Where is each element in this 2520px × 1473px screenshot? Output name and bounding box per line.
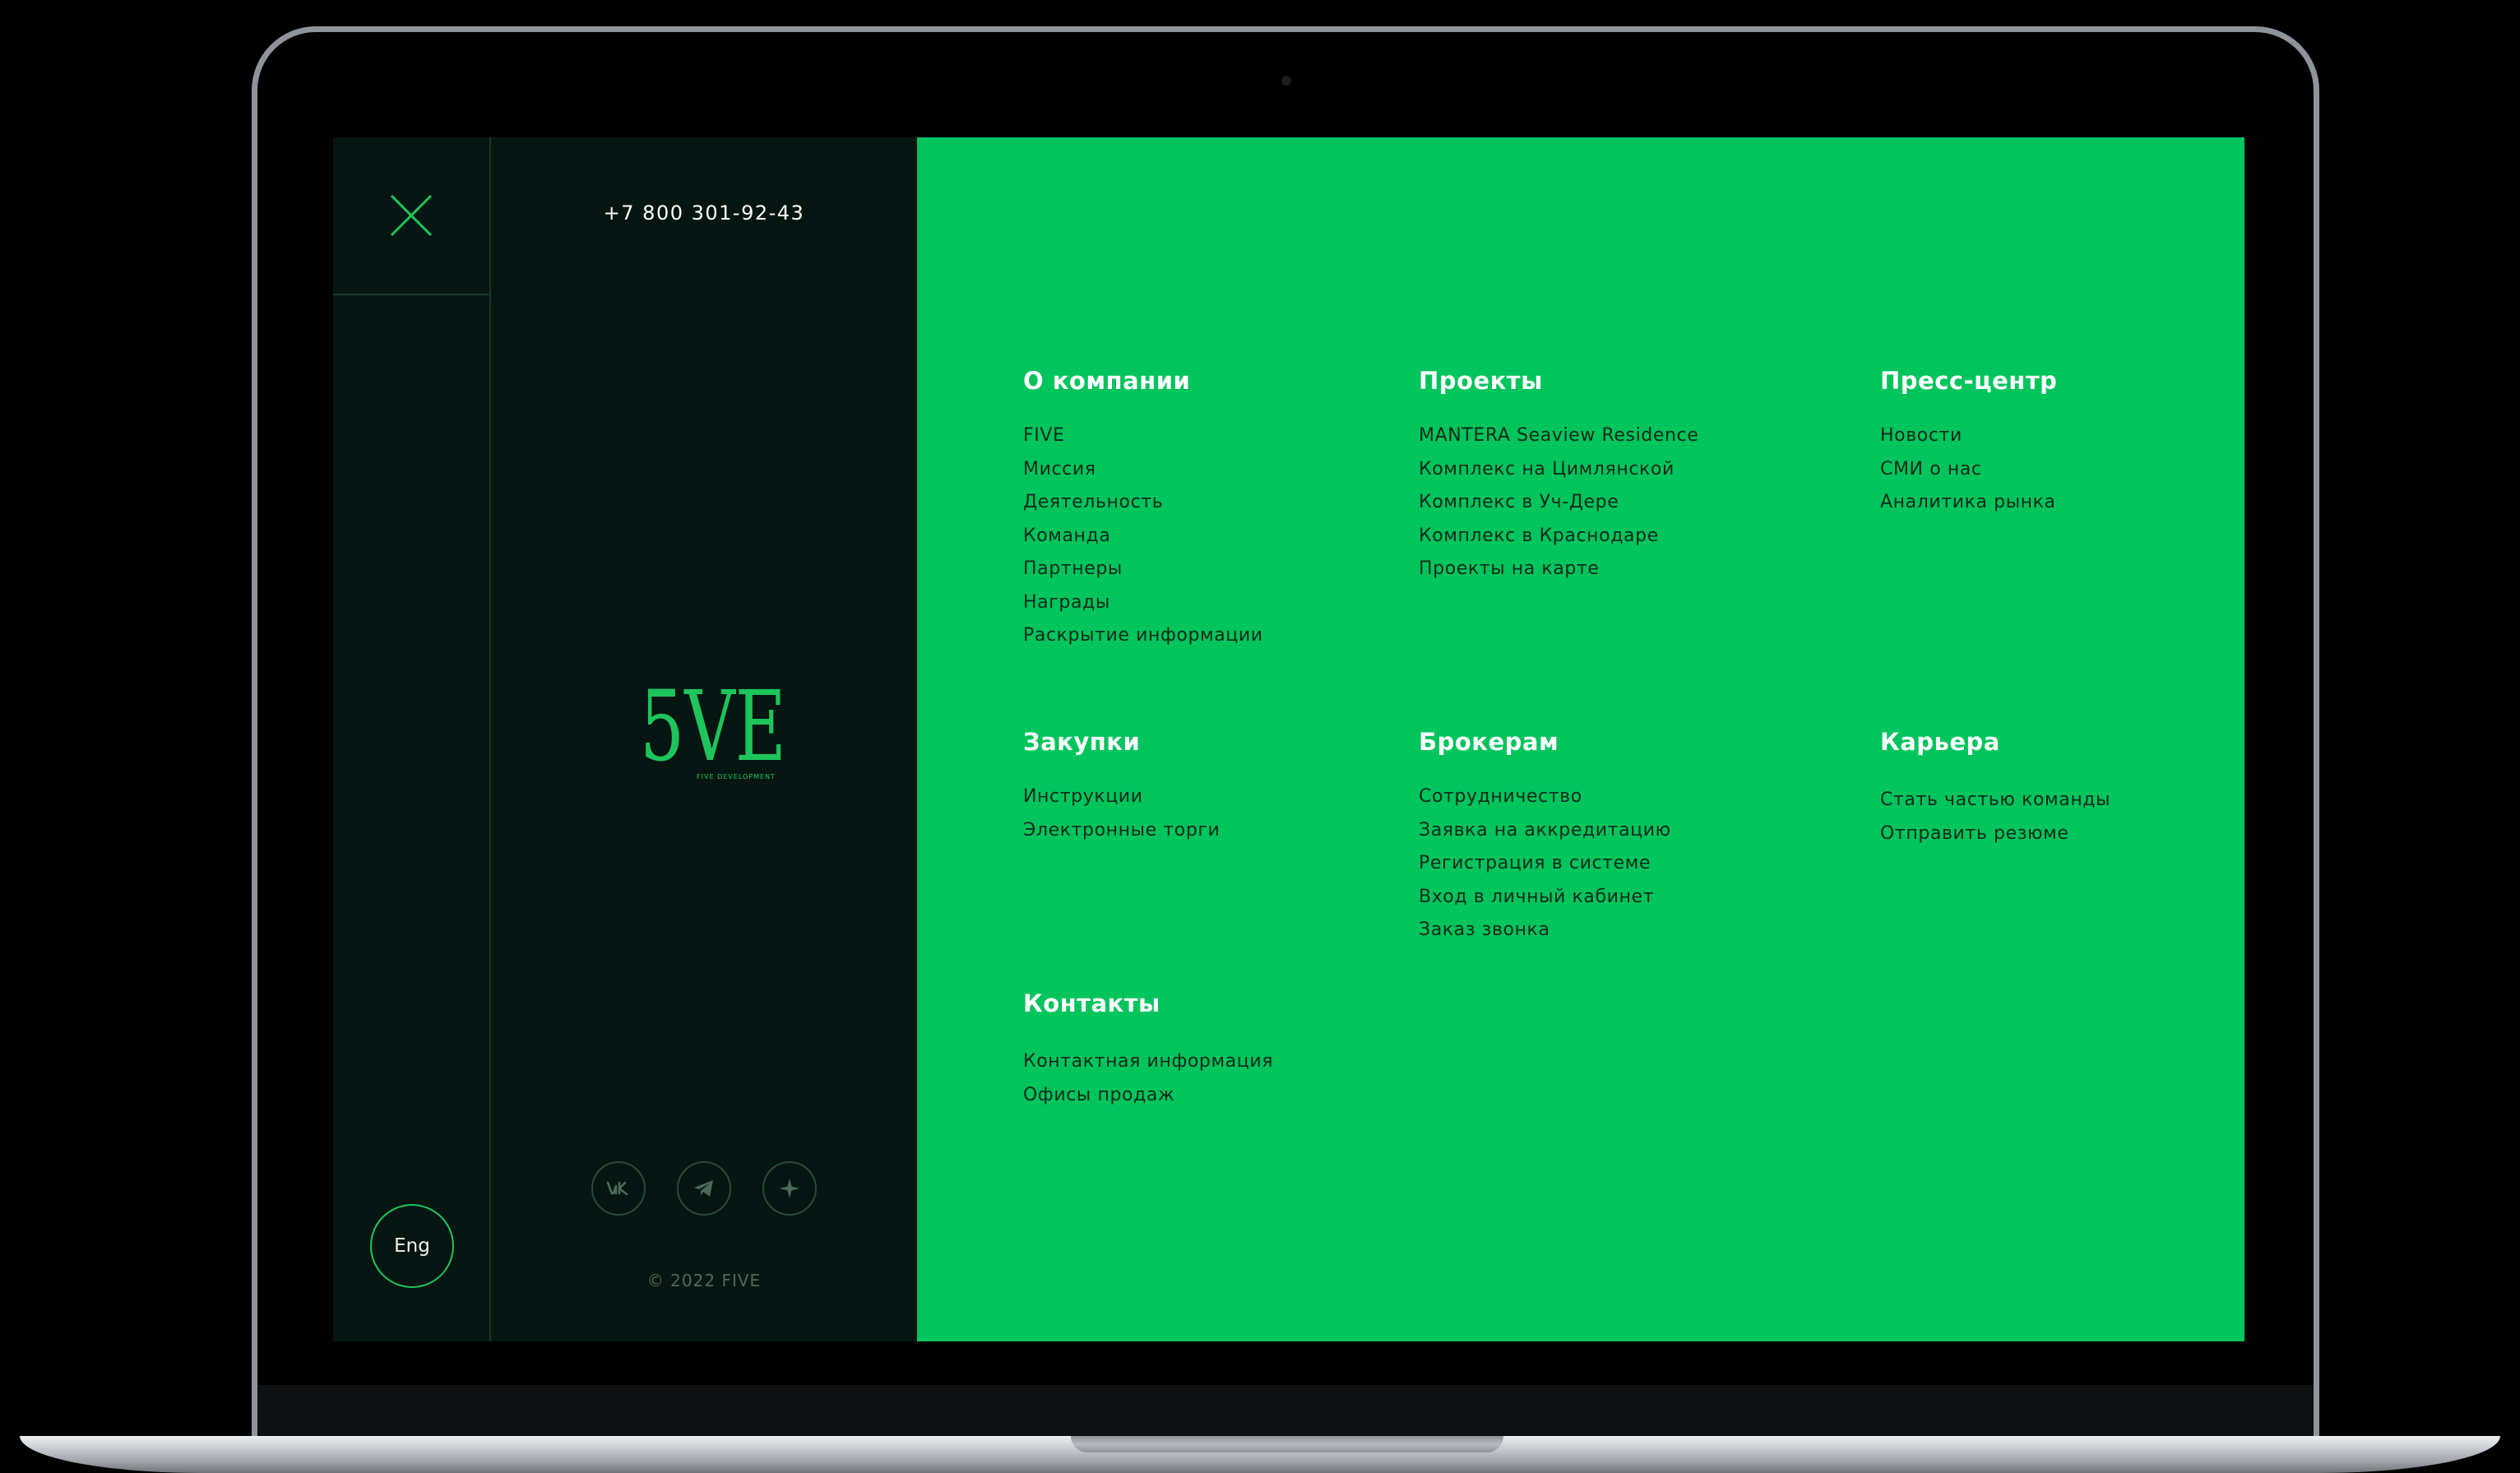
menu-item[interactable]: Проекты на карте bbox=[1419, 553, 1698, 586]
menu-item[interactable]: Партнеры bbox=[1023, 553, 1263, 586]
menu-item[interactable]: Миссия bbox=[1023, 453, 1263, 487]
close-menu-button[interactable] bbox=[333, 137, 489, 295]
menu-item[interactable]: Аналитика рынка bbox=[1880, 486, 2057, 520]
five-logo: 5VE FIVE DEVELOPMENT bbox=[640, 669, 786, 783]
menu-list-press: Новости СМИ о нас Аналитика рынка bbox=[1880, 419, 2057, 520]
social-links bbox=[491, 1161, 917, 1216]
menu-list-contacts: Контактная информация Офисы продаж bbox=[1023, 1045, 1273, 1112]
menu-item[interactable]: Контактная информация bbox=[1023, 1045, 1273, 1079]
menu-item[interactable]: Раскрытие информации bbox=[1023, 619, 1263, 653]
site-menu-screen: Eng +7 800 301-92-43 5VE FIVE DEVELOPMEN… bbox=[333, 137, 2244, 1341]
menu-list-company: FIVE Миссия Деятельность Команда Партнер… bbox=[1023, 419, 1263, 653]
menu-item[interactable]: Заявка на аккредитацию bbox=[1419, 814, 1671, 848]
menu-item[interactable]: СМИ о нас bbox=[1880, 453, 2057, 487]
laptop-bezel-bottom bbox=[257, 1385, 2314, 1436]
side-panel: +7 800 301-92-43 5VE FIVE DEVELOPMENT © … bbox=[491, 137, 917, 1341]
menu-panel: О компании FIVE Миссия Деятельность Кома… bbox=[917, 137, 2244, 1341]
menu-item[interactable]: Вход в личный кабинет bbox=[1419, 881, 1671, 915]
menu-item[interactable]: Офисы продаж bbox=[1023, 1079, 1273, 1113]
menu-item[interactable]: Регистрация в системе bbox=[1419, 847, 1671, 881]
menu-list-projects: MANTERA Seaview Residence Комплекс на Ци… bbox=[1419, 419, 1698, 586]
telegram-icon bbox=[694, 1180, 713, 1197]
menu-item[interactable]: Электронные торги bbox=[1023, 814, 1220, 848]
menu-item[interactable]: Деятельность bbox=[1023, 486, 1263, 520]
menu-item[interactable]: Отправить резюме bbox=[1880, 818, 2110, 851]
menu-section-press: Пресс-центр Новости СМИ о нас Аналитика … bbox=[1880, 367, 2057, 520]
laptop-base-notch bbox=[1071, 1436, 1503, 1452]
language-label: Eng bbox=[394, 1235, 430, 1257]
menu-section-procurement: Закупки Инструкции Электронные торги bbox=[1023, 728, 1220, 847]
menu-item[interactable]: Комплекс в Уч-Дере bbox=[1419, 486, 1698, 520]
menu-title-company[interactable]: О компании bbox=[1023, 367, 1263, 395]
vk-link[interactable] bbox=[591, 1161, 646, 1216]
menu-title-brokers[interactable]: Брокерам bbox=[1419, 728, 1671, 756]
menu-item[interactable]: Комплекс в Краснодаре bbox=[1419, 520, 1698, 554]
menu-section-company: О компании FIVE Миссия Деятельность Кома… bbox=[1023, 367, 1263, 653]
phone-link[interactable]: +7 800 301-92-43 bbox=[491, 201, 917, 225]
menu-title-contacts[interactable]: Контакты bbox=[1023, 989, 1273, 1017]
menu-item[interactable]: Заказ звонка bbox=[1419, 914, 1671, 947]
vk-icon bbox=[606, 1181, 628, 1196]
sparkle-link[interactable] bbox=[762, 1161, 817, 1216]
menu-item[interactable]: Комплекс на Цимлянской bbox=[1419, 453, 1698, 487]
logo-mark: 5VE bbox=[640, 669, 786, 783]
menu-item[interactable]: Сотрудничество bbox=[1419, 781, 1671, 814]
menu-item[interactable]: FIVE bbox=[1023, 419, 1263, 453]
language-switch-button[interactable]: Eng bbox=[370, 1204, 454, 1288]
menu-item[interactable]: Новости bbox=[1880, 419, 2057, 453]
menu-list-procurement: Инструкции Электронные торги bbox=[1023, 781, 1220, 847]
telegram-link[interactable] bbox=[677, 1161, 731, 1216]
menu-item[interactable]: MANTERA Seaview Residence bbox=[1419, 419, 1698, 453]
menu-section-career: Карьера Стать частью команды Отправить р… bbox=[1880, 728, 2110, 850]
copyright: © 2022 FIVE bbox=[646, 1271, 762, 1290]
menu-title-procurement[interactable]: Закупки bbox=[1023, 728, 1220, 756]
menu-item[interactable]: Стать частью команды bbox=[1880, 784, 2110, 818]
logo-caption: FIVE DEVELOPMENT bbox=[697, 773, 776, 781]
camera-dot bbox=[1281, 76, 1291, 86]
menu-section-brokers: Брокерам Сотрудничество Заявка на аккред… bbox=[1419, 728, 1671, 947]
menu-title-career[interactable]: Карьера bbox=[1880, 728, 2110, 756]
menu-item[interactable]: Команда bbox=[1023, 520, 1263, 554]
menu-list-career: Стать частью команды Отправить резюме bbox=[1880, 784, 2110, 850]
sparkle-icon bbox=[780, 1179, 799, 1198]
menu-section-contacts: Контакты Контактная информация Офисы про… bbox=[1023, 989, 1273, 1112]
menu-item[interactable]: Награды bbox=[1023, 586, 1263, 620]
menu-list-brokers: Сотрудничество Заявка на аккредитацию Ре… bbox=[1419, 781, 1671, 947]
menu-item[interactable]: Инструкции bbox=[1023, 781, 1220, 814]
close-icon bbox=[390, 194, 433, 237]
left-rail: Eng bbox=[333, 137, 491, 1341]
menu-title-press[interactable]: Пресс-центр bbox=[1880, 367, 2057, 395]
menu-title-projects[interactable]: Проекты bbox=[1419, 367, 1698, 395]
menu-section-projects: Проекты MANTERA Seaview Residence Компле… bbox=[1419, 367, 1698, 586]
